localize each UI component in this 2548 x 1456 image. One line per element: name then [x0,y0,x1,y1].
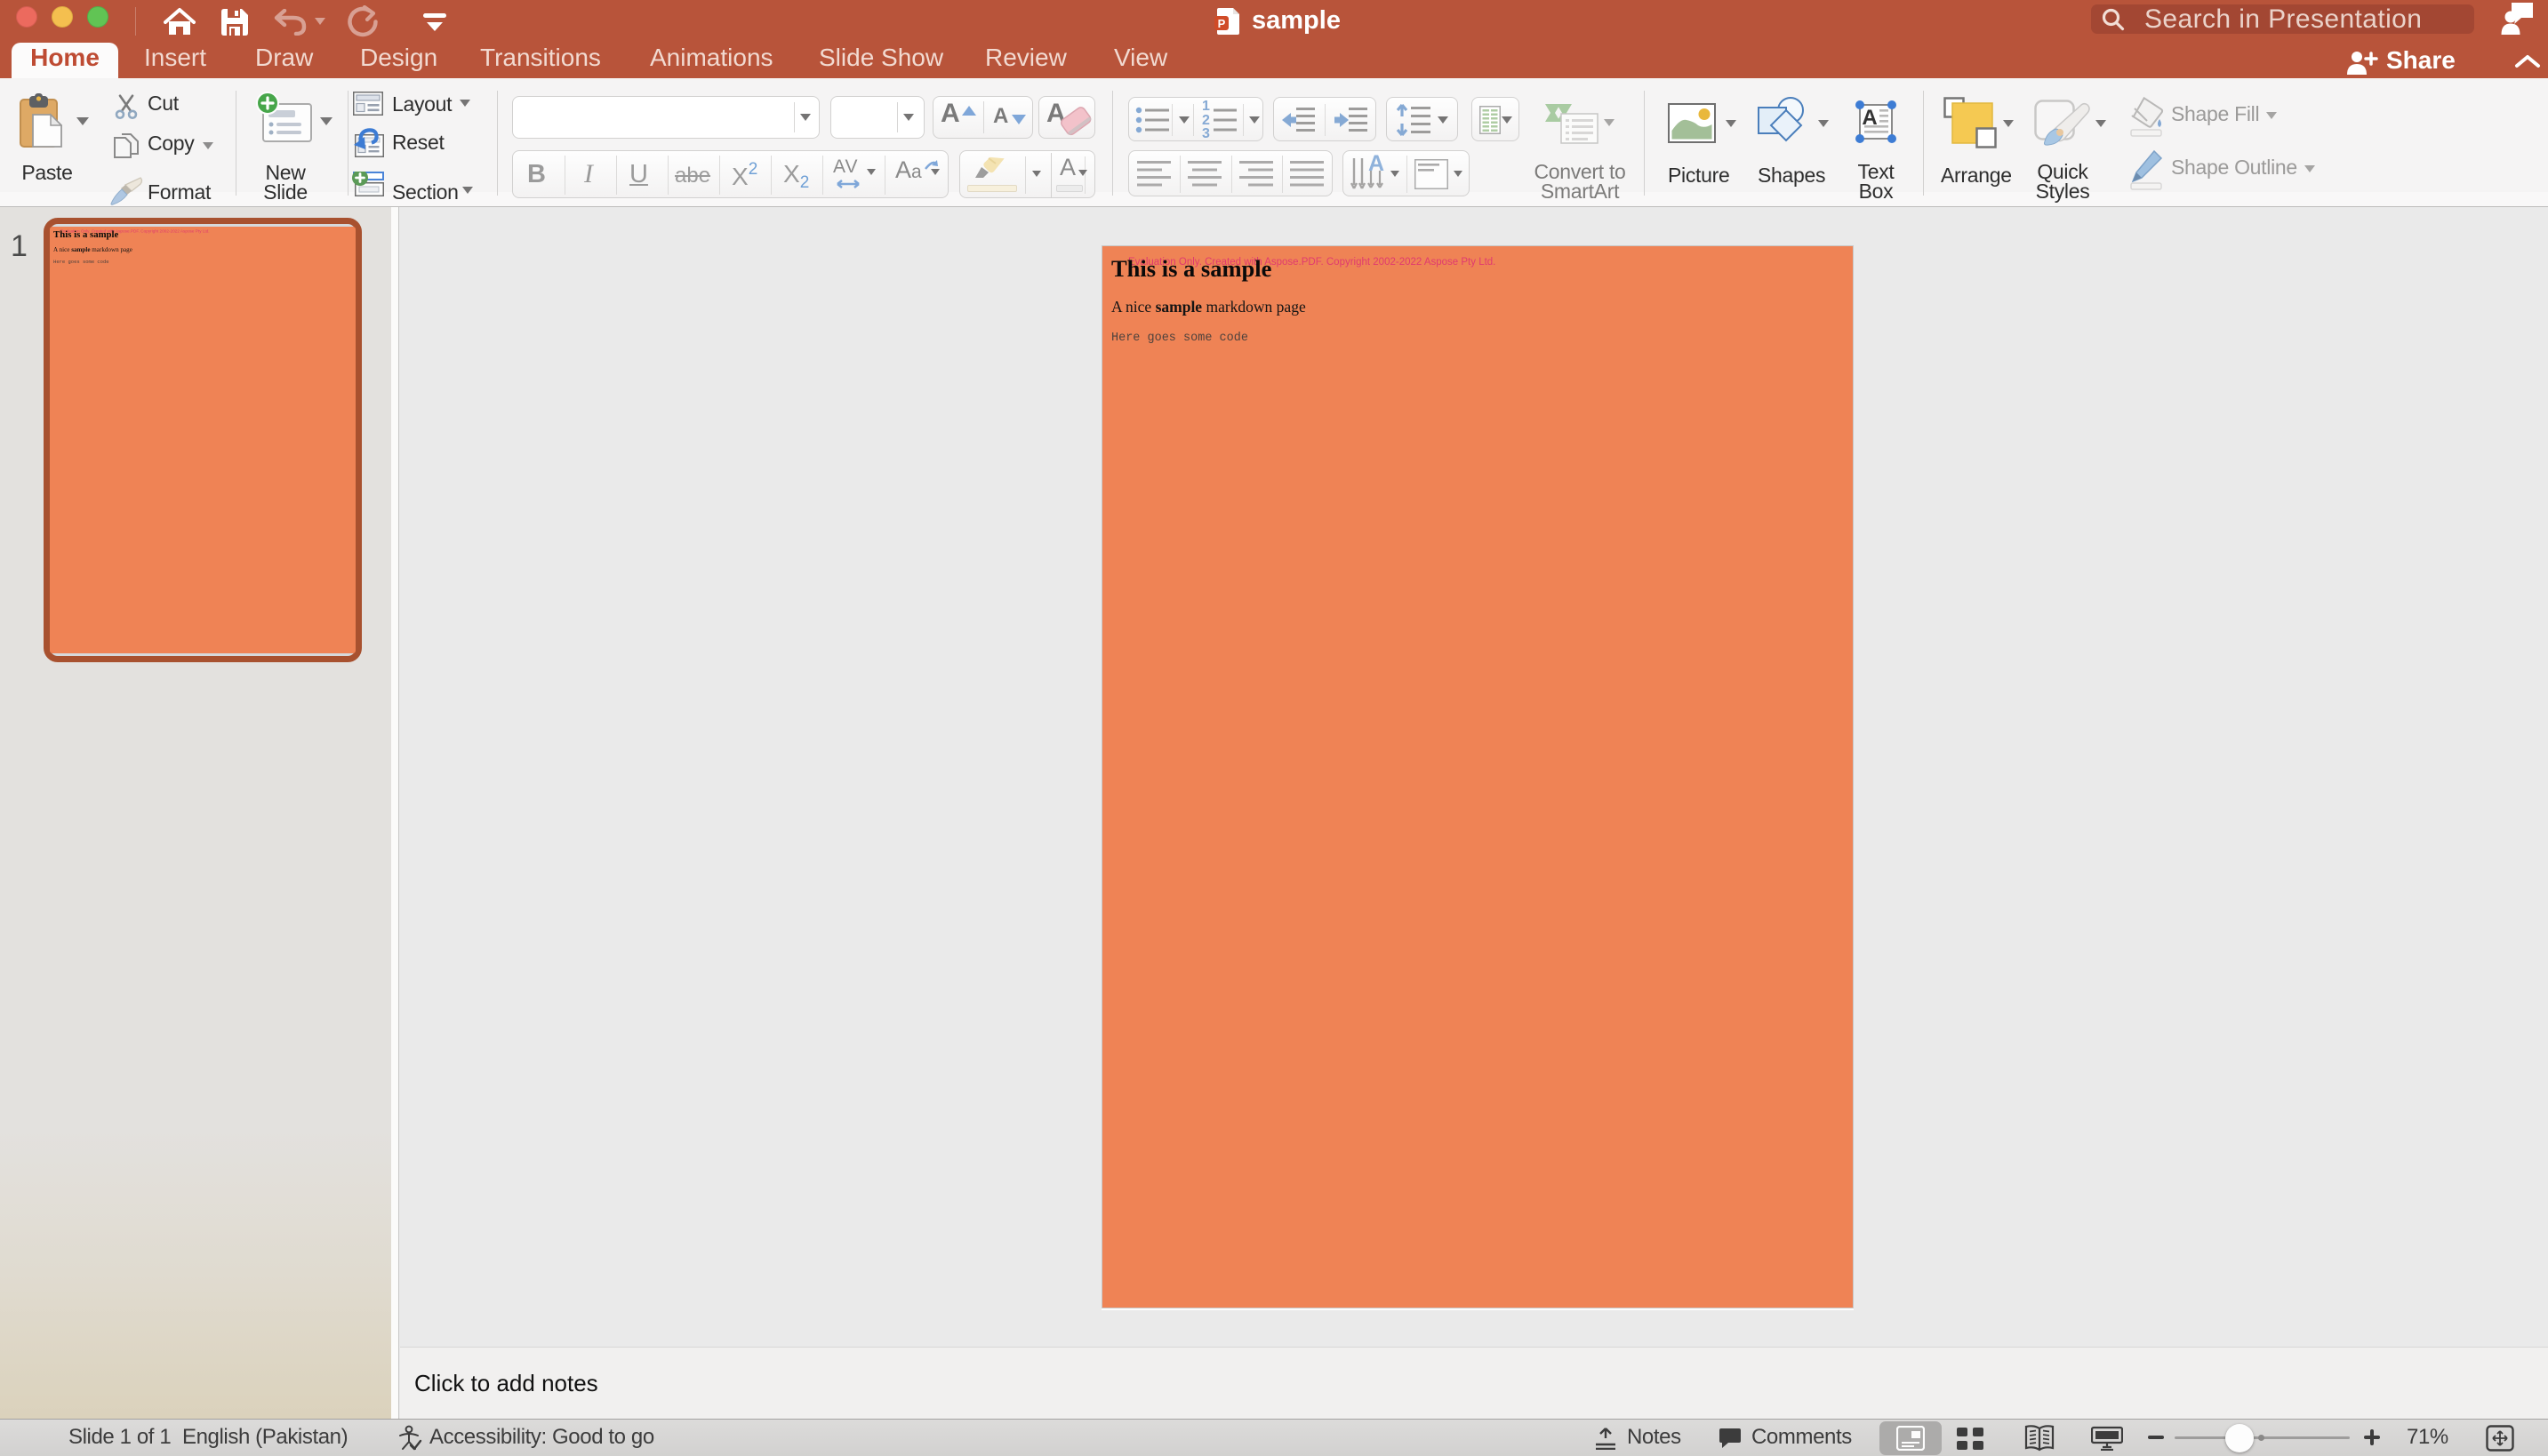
svg-text:P: P [1218,17,1226,30]
